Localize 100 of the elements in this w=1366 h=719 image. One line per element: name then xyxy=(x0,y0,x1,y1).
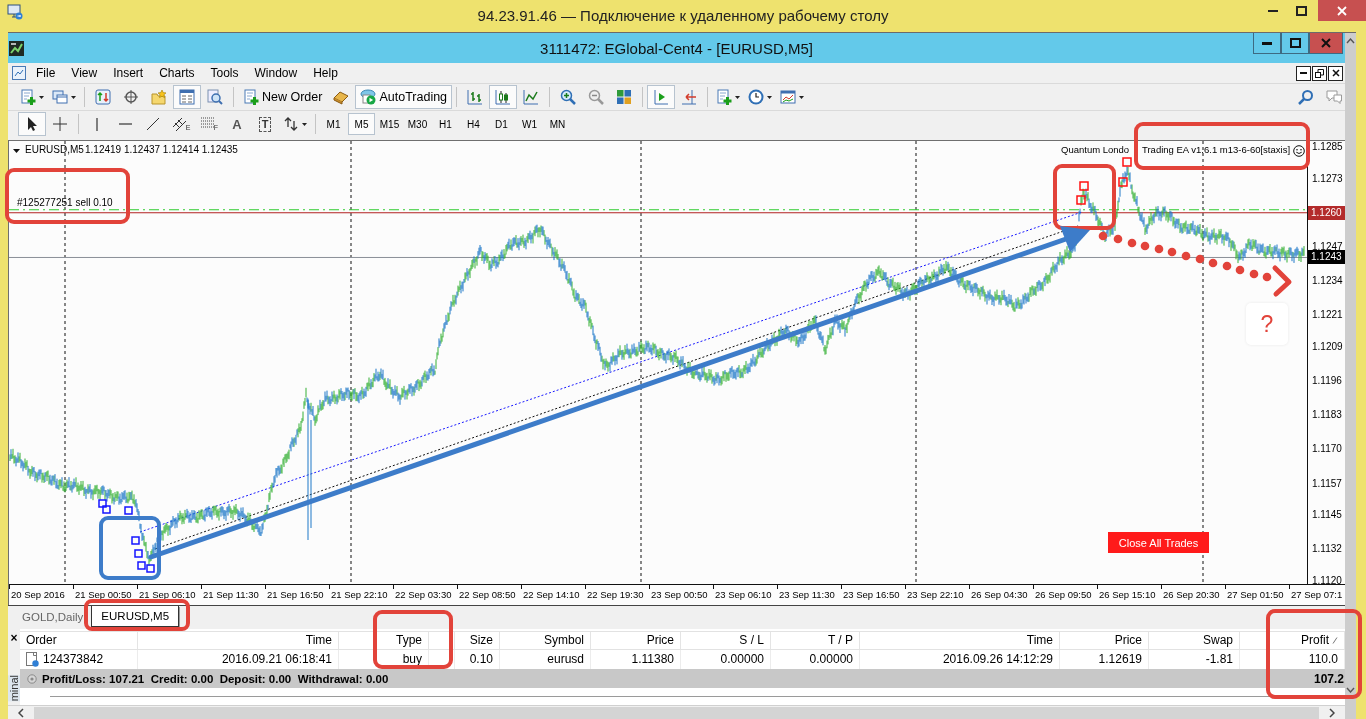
toolbar-button[interactable] xyxy=(489,85,518,109)
close-button[interactable]: × xyxy=(10,632,18,644)
time-axis-label: 26 Sep 20:30 xyxy=(1163,589,1220,600)
restore-button[interactable] xyxy=(1312,65,1327,81)
vertical-scrollbar[interactable] xyxy=(1345,32,1356,719)
column-header[interactable]: Order xyxy=(20,632,138,649)
chart-window-icon xyxy=(12,66,26,80)
restore-icon xyxy=(1315,68,1324,78)
chat-bubbles-icon[interactable] xyxy=(1326,89,1342,105)
drawing-tool-button[interactable] xyxy=(18,112,46,136)
bar-chart-icon xyxy=(467,89,484,105)
scroll-up-icon[interactable] xyxy=(1346,38,1355,44)
close-button[interactable] xyxy=(1328,65,1343,81)
tile-windows-icon xyxy=(616,89,633,105)
timeframe-button[interactable]: D1 xyxy=(488,113,515,135)
column-header[interactable]: T / P xyxy=(771,632,860,649)
column-header[interactable]: Price xyxy=(1060,632,1149,649)
price-marker-label: 1.1260 xyxy=(1308,205,1345,220)
scroll-left-icon[interactable] xyxy=(18,707,24,718)
time-axis-label: 23 Sep 11:30 xyxy=(779,589,835,600)
menu-item[interactable]: Window xyxy=(246,64,306,82)
chart-tab[interactable]: GOLD,Daily xyxy=(21,606,86,627)
time-axis-label: 21 Sep 11:30 xyxy=(203,589,259,600)
menu-item[interactable]: File xyxy=(28,64,64,82)
column-header[interactable]: Type xyxy=(339,632,429,649)
document-plus-icon xyxy=(20,89,36,105)
ring-icon xyxy=(27,673,37,684)
time-axis-label: 22 Sep 19:30 xyxy=(587,589,644,600)
expert-advisor-label: Quantum Londo xyxy=(1061,144,1130,155)
price-axis-label: 1.1247 xyxy=(1312,240,1343,252)
window-title: 3111472: EGlobal-Cent4 - [EURUSD,M5] xyxy=(540,39,813,57)
toolbar-button[interactable] xyxy=(173,85,201,109)
menu-item[interactable]: Insert xyxy=(105,64,152,82)
time-axis-label: 27 Sep 07:1 xyxy=(1291,589,1343,600)
price-axis-label: 1.1145 xyxy=(1312,509,1342,522)
sort-icon xyxy=(1332,637,1338,644)
price-axis-label: 1.1132 xyxy=(1312,543,1342,556)
windows-icon xyxy=(52,89,68,105)
dropdown-triangle-icon[interactable] xyxy=(13,149,20,153)
timeframe-button[interactable]: M5 xyxy=(348,113,375,135)
price-axis-label: 1.1234 xyxy=(1312,275,1343,288)
menu-item[interactable]: Tools xyxy=(202,64,247,82)
timeframe-button[interactable]: H1 xyxy=(432,113,459,135)
timeframe-button[interactable]: W1 xyxy=(516,113,543,135)
arrows-icon xyxy=(283,116,299,132)
timeframe-button[interactable]: M30 xyxy=(404,113,431,135)
crosshair-icon xyxy=(52,116,68,132)
price-axis-label: 1.1285 xyxy=(1312,141,1343,153)
horizontal-line-icon xyxy=(118,123,132,125)
time-axis-label: 23 Sep 06:10 xyxy=(715,589,772,600)
document-plus-icon xyxy=(243,89,259,105)
time-axis-label: 21 Sep 06:10 xyxy=(139,589,196,600)
price-axis-label: 1.1183 xyxy=(1312,409,1342,422)
close-icon xyxy=(1331,69,1340,77)
price-axis-label: 1.1170 xyxy=(1312,443,1342,456)
minimize-button[interactable] xyxy=(1253,33,1281,54)
menu-item[interactable]: Charts xyxy=(151,64,203,82)
drawing-tool-button[interactable]: T xyxy=(251,112,279,136)
time-axis-label: 27 Sep 01:50 xyxy=(1227,589,1284,600)
drawing-tool-button[interactable]: A xyxy=(223,112,251,136)
menu-item[interactable]: View xyxy=(63,64,106,82)
scroll-right-icon[interactable] xyxy=(1329,707,1335,718)
toolbar-button[interactable]: New Order xyxy=(238,85,328,109)
folder-star-icon xyxy=(151,89,167,105)
search-icon[interactable] xyxy=(1298,89,1314,105)
menu-item[interactable]: Help xyxy=(305,64,346,82)
toolbar-button[interactable] xyxy=(647,85,676,109)
column-header[interactable]: Size xyxy=(455,632,500,649)
time-axis-label: 26 Sep 15:10 xyxy=(1099,589,1156,600)
scrollbar-thumb[interactable] xyxy=(34,706,1319,719)
column-header[interactable]: Time xyxy=(860,632,1060,649)
column-header[interactable]: Price xyxy=(591,632,681,649)
timeframe-button[interactable]: H4 xyxy=(460,113,487,135)
timeframe-button[interactable]: M15 xyxy=(376,113,403,135)
time-axis-label: 26 Sep 09:50 xyxy=(1035,589,1092,600)
minimize-icon xyxy=(1300,72,1307,74)
time-axis-label: 23 Sep 16:50 xyxy=(843,589,900,600)
minimize-button[interactable] xyxy=(1296,65,1311,81)
timeframe-button[interactable]: M1 xyxy=(320,113,347,135)
price-axis-label: 1.1209 xyxy=(1312,340,1343,353)
column-header[interactable]: Time xyxy=(138,632,339,649)
column-header[interactable]: Swap xyxy=(1149,632,1240,649)
arrows-window-icon xyxy=(95,89,111,105)
toolbar-button[interactable]: AutoTrading xyxy=(355,85,453,109)
timeframe-button[interactable]: MN xyxy=(544,113,571,135)
time-axis-label: 26 Sep 04:30 xyxy=(971,589,1028,600)
column-header[interactable]: S / L xyxy=(681,632,771,649)
panel-label: minal xyxy=(8,674,20,701)
column-header[interactable]: Symbol xyxy=(500,632,591,649)
hatched-lines-icon xyxy=(171,116,188,132)
maximize-button[interactable] xyxy=(1281,33,1309,54)
scroll-down-icon[interactable] xyxy=(1346,687,1355,693)
chart-tab[interactable]: EURUSD,M5 xyxy=(91,606,180,627)
book-icon xyxy=(333,89,350,105)
close-icon xyxy=(1337,5,1347,16)
chart-symbol: EURUSD,M5 xyxy=(25,144,84,155)
magnifier-document-icon xyxy=(207,89,223,105)
axis-play-icon xyxy=(653,89,670,105)
clock-icon xyxy=(748,89,765,105)
monitor-icon xyxy=(7,4,23,20)
